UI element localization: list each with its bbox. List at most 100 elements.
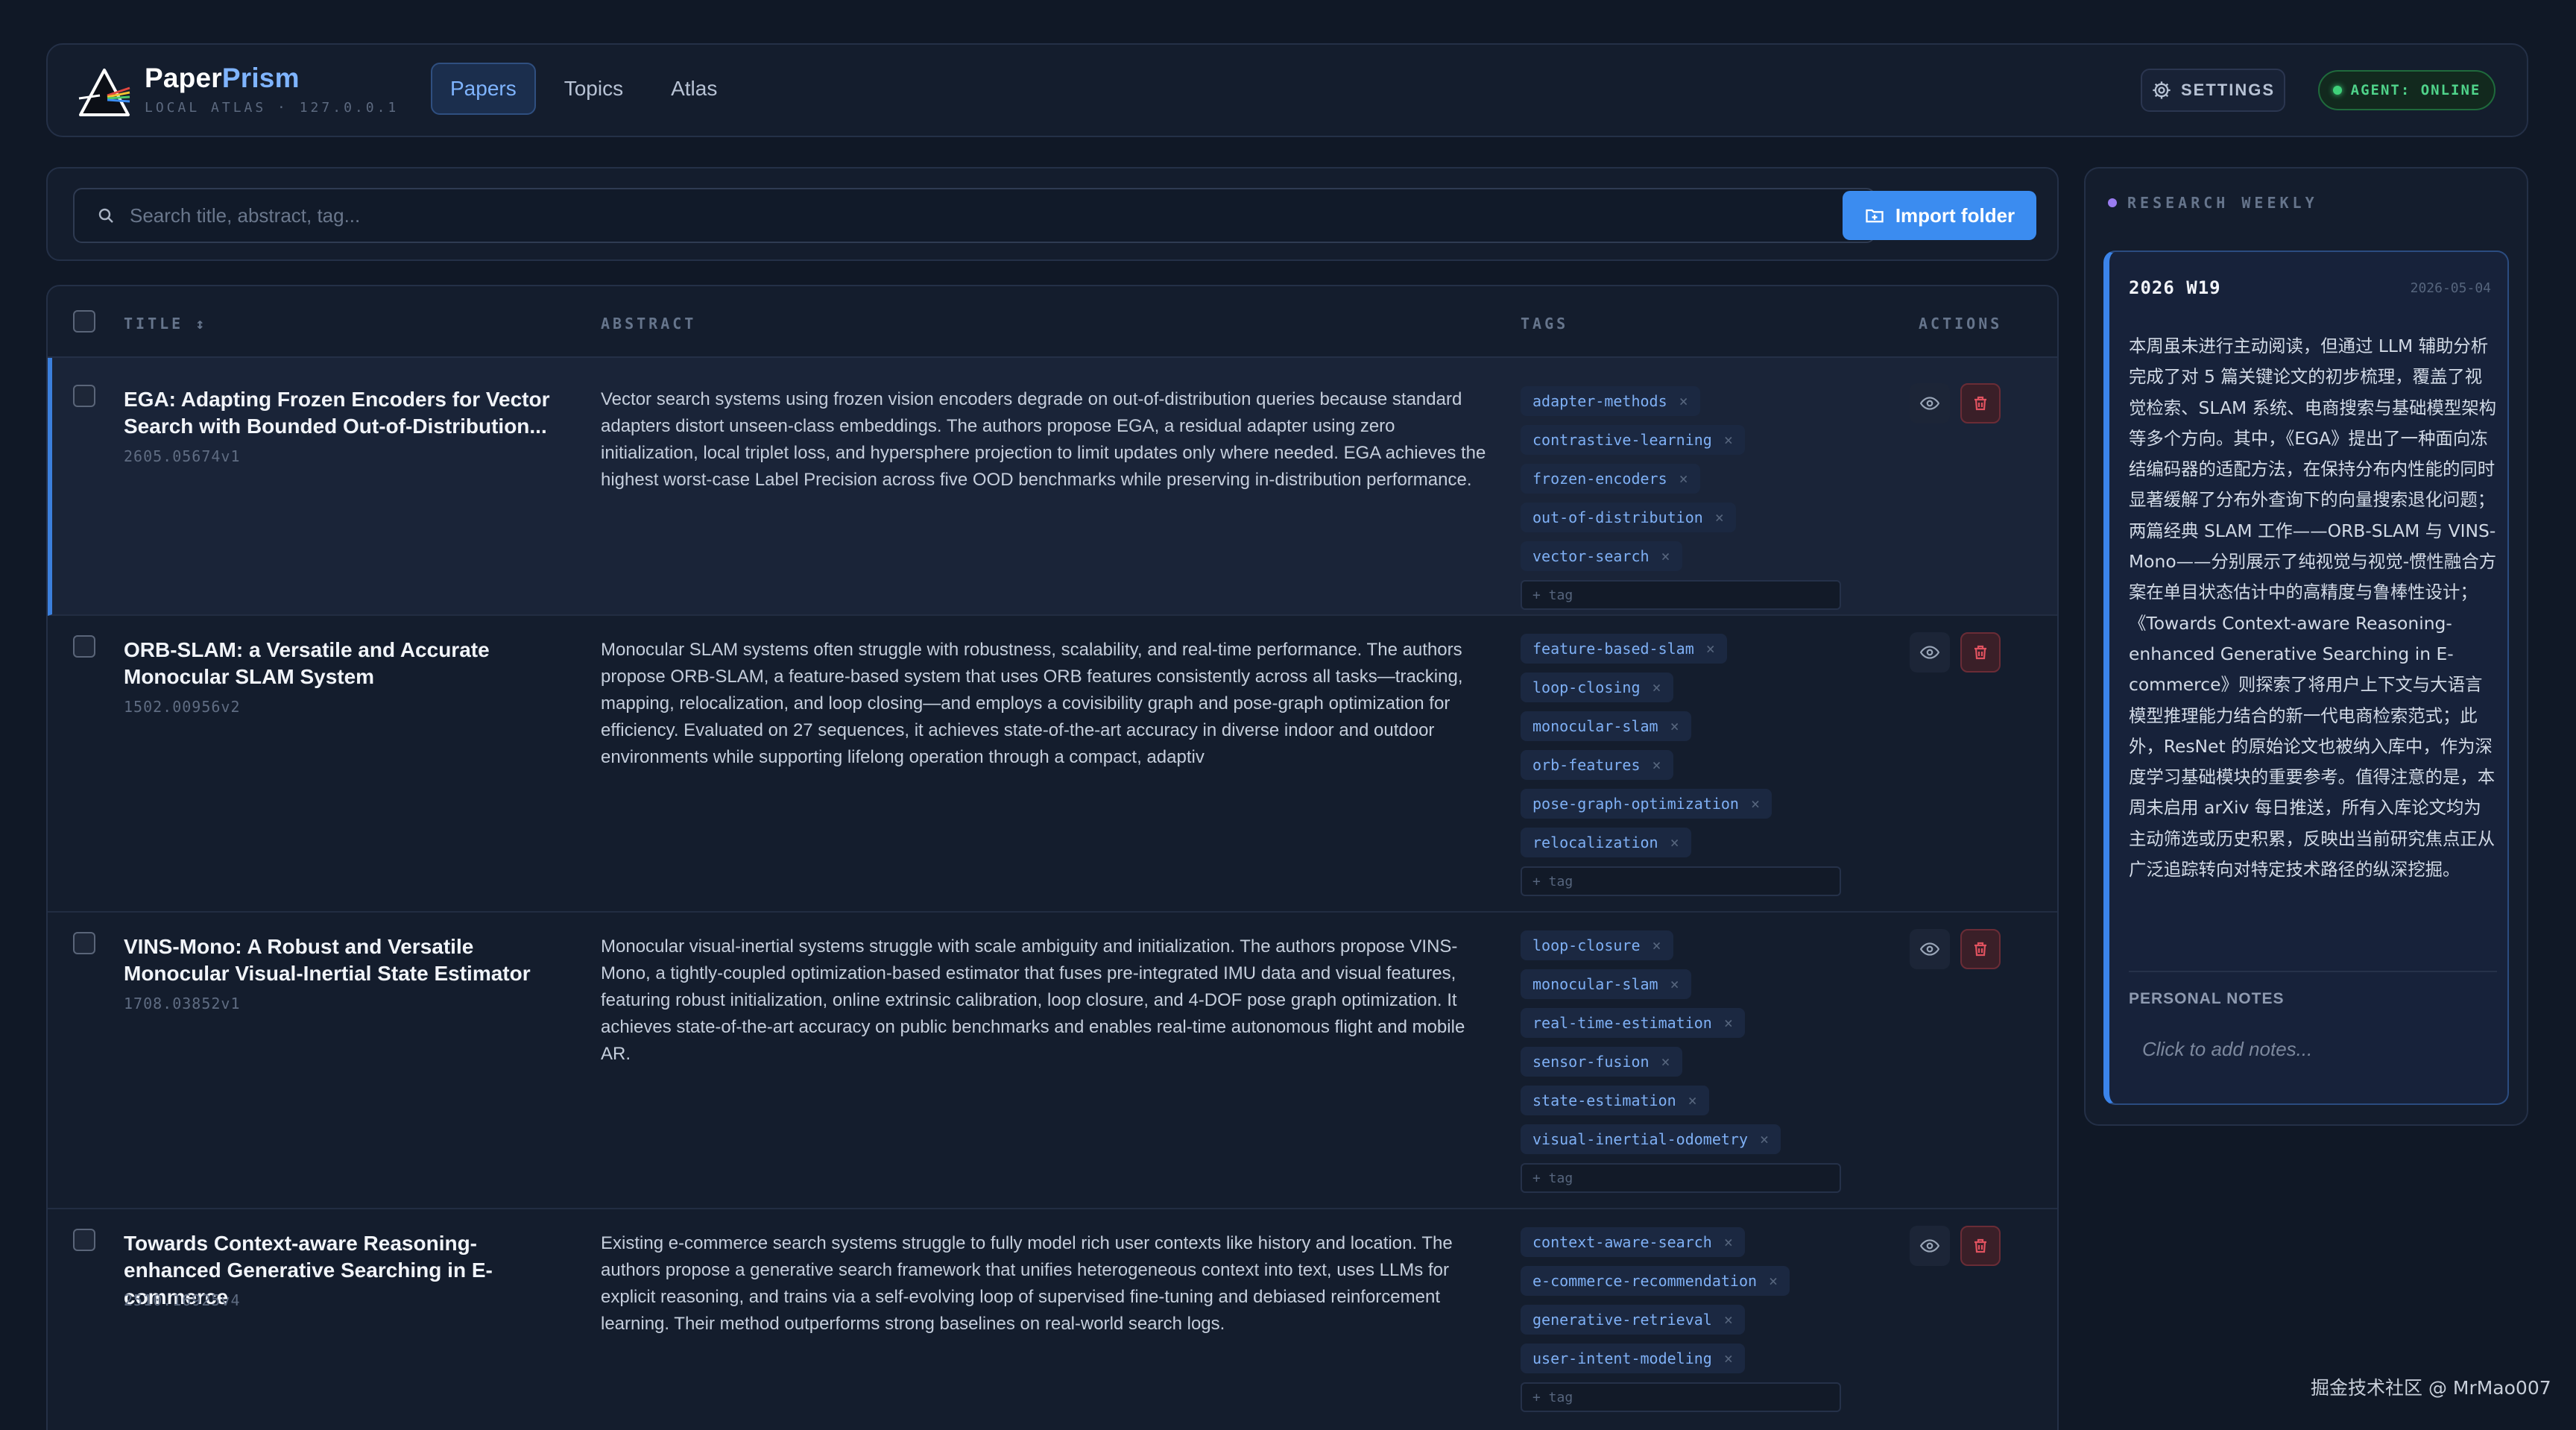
tag-chip[interactable]: frozen-encoders × (1521, 464, 1700, 494)
tag-chip[interactable]: visual-inertial-odometry × (1521, 1124, 1781, 1154)
tag-chip[interactable]: pose-graph-optimization × (1521, 789, 1772, 819)
view-button[interactable] (1910, 632, 1950, 673)
personal-notes-input[interactable]: Click to add notes... (2142, 1038, 2312, 1061)
weekly-report-card[interactable]: 2026 W19 2026-05-04 本周虽未进行主动阅读，但通过 LLM 辅… (2103, 251, 2509, 1105)
close-icon[interactable]: × (1688, 1092, 1697, 1109)
close-icon[interactable]: × (1670, 717, 1679, 735)
paper-title[interactable]: ORB-SLAM: a Versatile and Accurate Monoc… (124, 637, 571, 690)
close-icon[interactable]: × (1724, 431, 1733, 449)
view-button[interactable] (1910, 1226, 1950, 1266)
add-tag-input[interactable]: + tag (1521, 1163, 1841, 1193)
tag-chip[interactable]: contrastive-learning × (1521, 425, 1745, 455)
tag-label: loop-closure (1532, 936, 1641, 954)
close-icon[interactable]: × (1661, 1053, 1670, 1071)
delete-button[interactable] (1960, 1226, 2001, 1266)
tag-label: generative-retrieval (1532, 1311, 1712, 1329)
close-icon[interactable]: × (1652, 936, 1661, 954)
add-tag-input[interactable]: + tag (1521, 580, 1841, 610)
close-icon[interactable]: × (1652, 678, 1661, 696)
trash-icon (1974, 942, 1986, 957)
close-icon[interactable]: × (1679, 392, 1688, 410)
view-button[interactable] (1910, 383, 1950, 423)
row-checkbox[interactable] (73, 1229, 95, 1251)
tag-label: monocular-slam (1532, 975, 1658, 993)
row-checkbox[interactable] (73, 635, 95, 658)
tab-papers[interactable]: Papers (431, 63, 536, 115)
search-panel: Import folder (46, 167, 2059, 261)
tag-chip[interactable]: feature-based-slam × (1521, 634, 1727, 664)
status-dot-icon (2332, 86, 2342, 95)
tag-chip[interactable]: vector-search × (1521, 541, 1682, 571)
search-box[interactable] (73, 188, 1875, 243)
tag-chip[interactable]: monocular-slam × (1521, 969, 1691, 999)
close-icon[interactable]: × (1724, 1349, 1733, 1367)
prism-logo-icon[interactable] (78, 66, 131, 119)
tag-label: visual-inertial-odometry (1532, 1130, 1748, 1148)
tag-chip[interactable]: real-time-estimation × (1521, 1008, 1745, 1038)
close-icon[interactable]: × (1724, 1233, 1733, 1251)
tab-atlas[interactable]: Atlas (651, 63, 736, 115)
trash-icon (1974, 645, 1986, 660)
tag-chip[interactable]: relocalization × (1521, 828, 1691, 857)
tag-chip[interactable]: sensor-fusion × (1521, 1047, 1682, 1077)
add-tag-input[interactable]: + tag (1521, 866, 1841, 896)
row-checkbox[interactable] (73, 932, 95, 954)
close-icon[interactable]: × (1652, 756, 1661, 774)
tag-chip[interactable]: monocular-slam × (1521, 711, 1691, 741)
delete-button[interactable] (1960, 632, 2001, 673)
paper-title[interactable]: VINS-Mono: A Robust and Versatile Monocu… (124, 933, 571, 987)
close-icon[interactable]: × (1751, 795, 1760, 813)
tag-chip[interactable]: orb-features × (1521, 750, 1673, 780)
papers-table: TITLE ↕ ABSTRACT TAGS ACTIONS EGA: Adapt… (46, 285, 2059, 1430)
paper-abstract: Monocular SLAM systems often struggle wi… (601, 640, 1463, 767)
watermark: 掘金技术社区 @ MrMao007 (2311, 1377, 2551, 1399)
close-icon[interactable]: × (1760, 1130, 1769, 1148)
tag-chip[interactable]: user-intent-modeling × (1521, 1344, 1745, 1373)
close-icon[interactable]: × (1670, 975, 1679, 993)
column-title-header[interactable]: TITLE ↕ (124, 315, 207, 333)
tag-chip[interactable]: loop-closing × (1521, 673, 1673, 702)
paper-id: 1502.00956v2 (124, 698, 241, 716)
close-icon[interactable]: × (1706, 640, 1715, 658)
week-date: 2026-05-04 (2410, 280, 2491, 296)
close-icon[interactable]: × (1679, 470, 1688, 488)
tag-label: relocalization (1532, 834, 1658, 851)
tag-label: frozen-encoders (1532, 470, 1667, 488)
tag-list: feature-based-slam × loop-closing × monocu… (1521, 634, 1849, 896)
close-icon[interactable]: × (1661, 547, 1670, 565)
research-weekly-panel: RESEARCH WEEKLY 2026 W19 2026-05-04 本周虽未… (2084, 167, 2528, 1126)
settings-button[interactable]: SETTINGS (2141, 69, 2285, 112)
table-row[interactable]: ORB-SLAM: a Versatile and Accurate Monoc… (48, 616, 2057, 913)
table-row[interactable]: Towards Context-aware Reasoning-enhanced… (48, 1209, 2057, 1430)
tag-chip[interactable]: out-of-distribution × (1521, 503, 1736, 532)
delete-button[interactable] (1960, 383, 2001, 423)
search-input[interactable] (130, 204, 1874, 227)
column-tags-header: TAGS (1521, 315, 1569, 333)
import-folder-button[interactable]: Import folder (1843, 191, 2036, 240)
tag-chip[interactable]: context-aware-search × (1521, 1227, 1745, 1257)
tag-list: adapter-methods × contrastive-learning × f… (1521, 386, 1849, 610)
tag-chip[interactable]: adapter-methods × (1521, 386, 1700, 416)
view-button[interactable] (1910, 929, 1950, 969)
tab-topics[interactable]: Topics (545, 63, 643, 115)
notes-label: PERSONAL NOTES (2129, 990, 2285, 1007)
row-checkbox[interactable] (73, 385, 95, 407)
close-icon[interactable]: × (1769, 1272, 1778, 1290)
eye-icon (1920, 646, 1939, 659)
bullet-dot-icon (2108, 198, 2117, 207)
add-tag-input[interactable]: + tag (1521, 1382, 1841, 1412)
table-row[interactable]: VINS-Mono: A Robust and Versatile Monocu… (48, 913, 2057, 1209)
paper-title[interactable]: EGA: Adapting Frozen Encoders for Vector… (124, 386, 571, 440)
tag-chip[interactable]: loop-closure × (1521, 930, 1673, 960)
close-icon[interactable]: × (1724, 1311, 1733, 1329)
tag-chip[interactable]: generative-retrieval × (1521, 1305, 1745, 1335)
delete-button[interactable] (1960, 929, 2001, 969)
tag-chip[interactable]: e-commerce-recommendation × (1521, 1266, 1790, 1296)
close-icon[interactable]: × (1724, 1014, 1733, 1032)
close-icon[interactable]: × (1670, 834, 1679, 851)
tag-chip[interactable]: state-estimation × (1521, 1086, 1709, 1115)
tag-label: vector-search (1532, 547, 1650, 565)
close-icon[interactable]: × (1715, 508, 1724, 526)
select-all-checkbox[interactable] (73, 310, 95, 333)
table-row[interactable]: EGA: Adapting Frozen Encoders for Vector… (48, 358, 2057, 616)
